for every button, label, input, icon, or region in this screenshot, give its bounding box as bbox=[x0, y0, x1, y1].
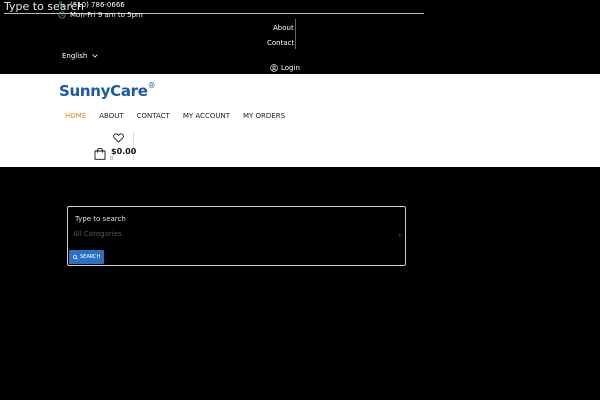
phone-info: (510) 786-0666 bbox=[58, 1, 125, 9]
nav-item-my-account[interactable]: MY ACCOUNT bbox=[183, 112, 230, 120]
nav-item-about[interactable]: ABOUT bbox=[99, 112, 123, 120]
site-header: SunnyCare® HOME ABOUT CONTACT MY ACCOUNT… bbox=[0, 74, 600, 167]
nav-item-my-orders[interactable]: MY ORDERS bbox=[243, 112, 285, 120]
business-hours: Mon-Fri 9 am to 5pm bbox=[70, 11, 143, 19]
site-logo[interactable]: SunnyCare® bbox=[59, 81, 156, 100]
chevron-down-icon: ▾ bbox=[398, 232, 401, 239]
nav-item-home[interactable]: HOME bbox=[65, 112, 86, 120]
category-selected: All Categories bbox=[73, 230, 122, 238]
top-link-contact[interactable]: Contact bbox=[267, 39, 294, 47]
language-label: English bbox=[62, 52, 88, 60]
cart-total[interactable]: $0.00 bbox=[111, 147, 136, 156]
hours-info: Mon-Fri 9 am to 5pm bbox=[58, 11, 143, 19]
clock-icon bbox=[58, 11, 66, 19]
chevron-down-icon bbox=[92, 54, 99, 58]
shopping-bag-icon[interactable] bbox=[94, 147, 106, 160]
search-button-label: SEARCH bbox=[80, 254, 101, 260]
top-link-about[interactable]: About bbox=[273, 24, 294, 32]
search-input[interactable] bbox=[75, 213, 395, 224]
registered-mark: ® bbox=[147, 81, 156, 90]
top-bar: (510) 786-0666 Mon-Fri 9 am to 5pm About… bbox=[0, 0, 600, 74]
nav-item-contact[interactable]: CONTACT bbox=[137, 112, 170, 120]
cart-count: 0 bbox=[110, 156, 114, 162]
phone-number: (510) 786-0666 bbox=[70, 1, 125, 9]
main-nav: HOME ABOUT CONTACT MY ACCOUNT MY ORDERS bbox=[65, 112, 298, 120]
search-icon bbox=[73, 254, 78, 260]
language-selector[interactable]: English bbox=[62, 52, 99, 60]
phone-icon bbox=[59, 1, 66, 8]
heart-icon[interactable] bbox=[113, 133, 124, 143]
search-panel: All Categories ▾ SEARCH bbox=[67, 206, 406, 266]
top-divider bbox=[295, 19, 296, 49]
login-label: Login bbox=[281, 64, 300, 72]
login-link[interactable]: Login bbox=[270, 64, 300, 72]
search-button[interactable]: SEARCH bbox=[69, 250, 105, 264]
category-select[interactable]: All Categories ▾ bbox=[73, 228, 401, 240]
user-icon bbox=[270, 64, 278, 72]
logo-text: SunnyCare bbox=[59, 82, 148, 100]
